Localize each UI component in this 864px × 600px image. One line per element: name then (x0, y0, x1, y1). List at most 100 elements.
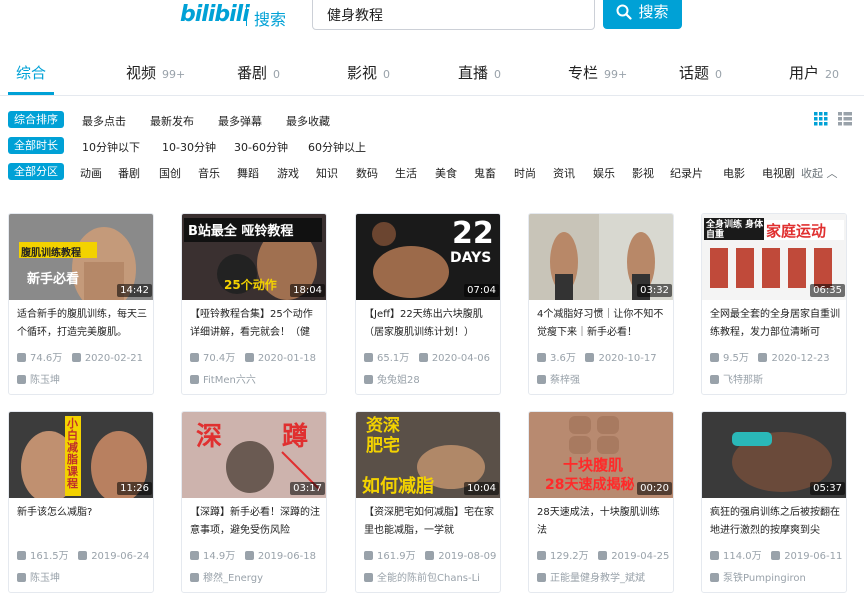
video-thumbnail[interactable]: 22 DAYS 07:04 (356, 214, 500, 300)
filter-zone-item[interactable]: 国创 (159, 165, 181, 181)
video-card[interactable]: 深 蹲 03:17 【深蹲】新手必看！深蹲的注意事项，避免受伤风险 14.9万 … (181, 411, 327, 593)
video-title[interactable]: 【深蹲】新手必看！深蹲的注意事项，避免受伤风险 (190, 504, 322, 540)
video-uploader[interactable]: 穆然_Energy (190, 569, 263, 584)
filter-zone-item[interactable]: 电视剧 (762, 165, 795, 181)
video-uploader[interactable]: 全能的陈前包Chans-Li (364, 569, 480, 584)
filter-duration-all[interactable]: 全部时长 (8, 137, 64, 154)
filter-duration-10-30[interactable]: 10-30分钟 (162, 139, 216, 155)
tab-movie[interactable]: 影视 0 (347, 62, 390, 83)
search-input[interactable]: 健身教程 (312, 0, 595, 30)
video-title[interactable]: 适合新手的腹肌训练，每天三个循环，打造完美腹肌。 (17, 306, 149, 342)
uploader-name[interactable]: FitMen六六 (203, 375, 256, 386)
uploader-name[interactable]: 穆然_Energy (203, 573, 263, 584)
video-title[interactable]: 4个减脂好习惯｜让你不知不觉瘦下来｜新手必看！ (537, 306, 669, 342)
filter-sort-new[interactable]: 最新发布 (150, 113, 194, 129)
video-card[interactable]: 03:32 4个减脂好习惯｜让你不知不觉瘦下来｜新手必看！ 3.6万 2020-… (528, 213, 674, 395)
tab-user[interactable]: 用户 20 (789, 62, 839, 83)
video-duration: 06:35 (810, 284, 845, 297)
video-thumbnail[interactable]: 05:37 (702, 412, 846, 498)
video-card[interactable]: 十块腹肌 28天速成揭秘 00:20 28天速成法，十块腹肌训练法 129.2万… (528, 411, 674, 593)
video-card[interactable]: 资深肥宅 如何减脂 10:04 【资深肥宅如何减脂】宅在家里也能减脂，一学就 1… (355, 411, 501, 593)
video-uploader[interactable]: 陈玉坤 (17, 569, 60, 584)
video-title[interactable]: 新手该怎么减脂? (17, 504, 149, 540)
filter-zone-item[interactable]: 资讯 (553, 165, 575, 181)
video-title[interactable]: 【资深肥宅如何减脂】宅在家里也能减脂，一学就 (364, 504, 496, 540)
video-thumbnail[interactable]: 小白减脂课程 11:26 (9, 412, 153, 498)
filter-zone-all[interactable]: 全部分区 (8, 163, 64, 180)
video-thumbnail[interactable]: 腹肌训练教程 新手必看 14:42 (9, 214, 153, 300)
collapse-button[interactable]: 收起 ︿ (801, 165, 838, 181)
video-title[interactable]: 【Jeff】22天练出六块腹肌（居家腹肌训练计划！） (364, 306, 496, 342)
filter-sort-fav[interactable]: 最多收藏 (286, 113, 330, 129)
video-thumbnail[interactable]: 全身训练 身体自重 家庭运动 06:35 (702, 214, 846, 300)
filter-zone-item[interactable]: 数码 (356, 165, 378, 181)
video-title[interactable]: 全网最全套的全身居家自重训练教程，发力部位清晰可 (710, 306, 842, 342)
uploader-name[interactable]: 陈玉坤 (30, 573, 60, 584)
list-view-icon[interactable] (838, 112, 852, 126)
filter-zone-item[interactable]: 游戏 (277, 165, 299, 181)
video-uploader[interactable]: 正能量健身教学_斌斌 (537, 569, 645, 584)
video-uploader[interactable]: 泵铁Pumpingiron (710, 569, 806, 584)
filter-zone-item[interactable]: 时尚 (514, 165, 536, 181)
filter-duration-30-60[interactable]: 30-60分钟 (234, 139, 288, 155)
tab-article[interactable]: 专栏 99+ (568, 62, 627, 83)
video-thumbnail[interactable]: 资深肥宅 如何减脂 10:04 (356, 412, 500, 498)
uploader-name[interactable]: 蔡梓强 (550, 375, 580, 386)
video-thumbnail[interactable]: B站最全 哑铃教程 25个动作 18:04 (182, 214, 326, 300)
video-thumbnail[interactable]: 十块腹肌 28天速成揭秘 00:20 (529, 412, 673, 498)
video-thumbnail[interactable]: 深 蹲 03:17 (182, 412, 326, 498)
filter-zone-item[interactable]: 番剧 (118, 165, 140, 181)
video-title[interactable]: 28天速成法，十块腹肌训练法 (537, 504, 669, 540)
search-button[interactable]: 搜索 (603, 0, 682, 29)
video-stats: 74.6万 2020-02-21 (17, 349, 143, 364)
filter-duration-over60[interactable]: 60分钟以上 (308, 139, 366, 155)
filter-zone-item[interactable]: 音乐 (198, 165, 220, 181)
filter-zone-item[interactable]: 舞蹈 (237, 165, 259, 181)
view-count: 74.6万 (30, 353, 63, 364)
uploader-name[interactable]: 正能量健身教学_斌斌 (550, 573, 645, 584)
bilibili-logo[interactable]: bilibili (180, 2, 250, 27)
filter-sort-default[interactable]: 综合排序 (8, 111, 64, 128)
search-input-value[interactable]: 健身教程 (327, 5, 383, 25)
video-card[interactable]: 小白减脂课程 11:26 新手该怎么减脂? 161.5万 2019-06-24 … (8, 411, 154, 593)
filter-sort-click[interactable]: 最多点击 (82, 113, 126, 129)
tab-bangumi[interactable]: 番剧 0 (237, 62, 280, 83)
video-uploader[interactable]: FitMen六六 (190, 371, 256, 386)
uploader-name[interactable]: 飞特那斯 (723, 375, 763, 386)
filter-zone-item[interactable]: 影视 (632, 165, 654, 181)
filter-zone-item[interactable]: 电影 (723, 165, 745, 181)
filter-duration-under10[interactable]: 10分钟以下 (82, 139, 140, 155)
tab-all[interactable]: 综合 (16, 62, 46, 83)
filter-zone-item[interactable]: 纪录片 (670, 165, 703, 181)
uploader-name[interactable]: 全能的陈前包Chans-Li (377, 573, 480, 584)
video-thumbnail[interactable]: 03:32 (529, 214, 673, 300)
filter-zone-item[interactable]: 娱乐 (593, 165, 615, 181)
filter-zone-item[interactable]: 美食 (435, 165, 457, 181)
uploader-name[interactable]: 泵铁Pumpingiron (723, 573, 806, 584)
tab-topic[interactable]: 话题 0 (679, 62, 722, 83)
uploader-name[interactable]: 陈玉坤 (30, 375, 60, 386)
video-card[interactable]: B站最全 哑铃教程 25个动作 18:04 【哑铃教程合集】25个动作详细讲解，… (181, 213, 327, 395)
thumb-caption: 腹肌训练教程 (21, 248, 81, 259)
filter-zone-item[interactable]: 动画 (80, 165, 102, 181)
video-card[interactable]: 22 DAYS 07:04 【Jeff】22天练出六块腹肌（居家腹肌训练计划！）… (355, 213, 501, 395)
filter-sort-danmaku[interactable]: 最多弹幕 (218, 113, 262, 129)
video-title[interactable]: 【哑铃教程合集】25个动作详细讲解，看完就会！（健 (190, 306, 322, 342)
tab-count: 0 (715, 68, 723, 81)
video-card[interactable]: 全身训练 身体自重 家庭运动 06:35 全网最全套的全身居家自重训练教程，发力… (701, 213, 847, 395)
tab-live[interactable]: 直播 0 (458, 62, 501, 83)
grid-view-icon[interactable] (814, 112, 828, 126)
tab-count: 99+ (162, 68, 186, 81)
filter-zone-item[interactable]: 生活 (395, 165, 417, 181)
uploader-name[interactable]: 兔兔姐28 (377, 375, 420, 386)
tab-video[interactable]: 视频 99+ (126, 62, 185, 83)
video-uploader[interactable]: 陈玉坤 (17, 371, 60, 386)
video-card[interactable]: 腹肌训练教程 新手必看 14:42 适合新手的腹肌训练，每天三个循环，打造完美腹… (8, 213, 154, 395)
video-uploader[interactable]: 兔兔姐28 (364, 371, 420, 386)
video-uploader[interactable]: 飞特那斯 (710, 371, 763, 386)
filter-zone-item[interactable]: 知识 (316, 165, 338, 181)
filter-zone-item[interactable]: 鬼畜 (474, 165, 496, 181)
video-card[interactable]: 05:37 疯狂的强肩训练之后被按翻在地进行激烈的按摩爽到尖 114.0万 20… (701, 411, 847, 593)
video-uploader[interactable]: 蔡梓强 (537, 371, 580, 386)
video-title[interactable]: 疯狂的强肩训练之后被按翻在地进行激烈的按摩爽到尖 (710, 504, 842, 540)
